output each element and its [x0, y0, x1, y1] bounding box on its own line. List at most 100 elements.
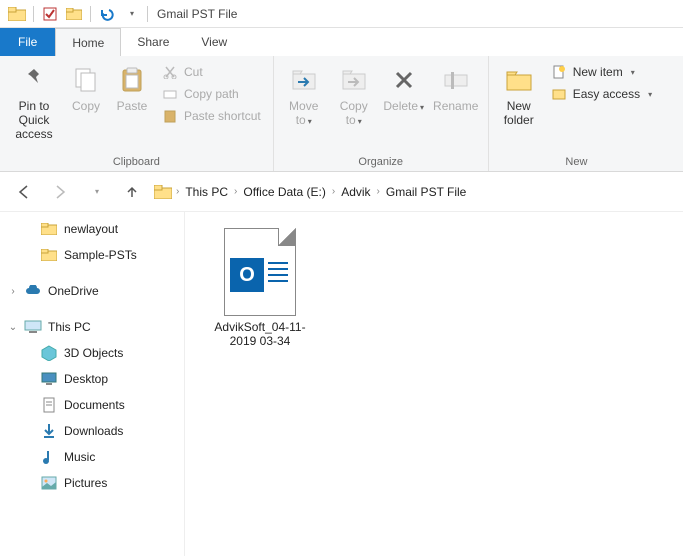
- delete-label: Delete: [383, 99, 418, 113]
- chevron-right-icon[interactable]: ›: [332, 186, 335, 197]
- computer-icon: [24, 318, 42, 336]
- separator: [147, 6, 148, 22]
- chevron-right-icon[interactable]: ›: [8, 286, 18, 297]
- separator: [33, 6, 34, 22]
- pin-icon: [18, 64, 50, 96]
- tree-label: newlayout: [64, 222, 118, 236]
- breadcrumb-item[interactable]: Office Data (E:): [241, 181, 327, 203]
- navigation-tree[interactable]: newlayout Sample-PSTs › OneDrive ⌄ This …: [0, 212, 185, 556]
- new-group-label: New: [495, 154, 658, 171]
- recent-dropdown-icon[interactable]: ▾: [82, 178, 110, 206]
- breadcrumb-item[interactable]: Gmail PST File: [384, 181, 468, 203]
- tree-item-this-pc[interactable]: ⌄ This PC: [0, 314, 184, 340]
- file-item[interactable]: O AdvikSoft_04-11-2019 03-34: [205, 228, 315, 349]
- chevron-down-icon[interactable]: ⌄: [8, 322, 18, 333]
- chevron-right-icon[interactable]: ›: [377, 186, 380, 197]
- copy-path-button[interactable]: Copy path: [156, 84, 267, 104]
- undo-icon[interactable]: [96, 3, 118, 25]
- new-item-icon: [551, 64, 567, 80]
- copy-to-label: Copy to: [340, 99, 368, 127]
- group-clipboard: Pin to Quick access Copy Paste Cut: [0, 56, 274, 171]
- new-item-button[interactable]: New item▾: [545, 62, 658, 82]
- easy-access-label: Easy access: [573, 87, 640, 101]
- easy-access-button[interactable]: Easy access▾: [545, 84, 658, 104]
- copy-label: Copy: [72, 100, 100, 114]
- breadcrumb-item[interactable]: This PC: [183, 181, 230, 203]
- paste-shortcut-button[interactable]: Paste shortcut: [156, 106, 267, 126]
- title-bar: ▾ Gmail PST File: [0, 0, 683, 28]
- tree-label: Documents: [64, 398, 125, 412]
- tab-file-label: File: [18, 35, 37, 49]
- pictures-icon: [40, 474, 58, 492]
- chevron-right-icon[interactable]: ›: [176, 186, 179, 197]
- navigation-bar: ▾ › This PC › Office Data (E:) › Advik ›…: [0, 172, 683, 212]
- tab-home-label: Home: [72, 36, 104, 50]
- rename-label: Rename: [433, 100, 478, 114]
- copy-path-label: Copy path: [184, 87, 239, 101]
- folder-icon: [40, 246, 58, 264]
- tree-item-desktop[interactable]: Desktop: [0, 366, 184, 392]
- file-name: AdvikSoft_04-11-2019 03-34: [205, 320, 315, 349]
- separator: [90, 6, 91, 22]
- tree-item-downloads[interactable]: Downloads: [0, 418, 184, 444]
- tab-file[interactable]: File: [0, 28, 55, 56]
- tab-share[interactable]: Share: [121, 28, 185, 56]
- tree-label: This PC: [48, 320, 91, 334]
- checkbox-icon[interactable]: [39, 3, 61, 25]
- pin-label: Pin to Quick access: [8, 100, 60, 141]
- rename-button[interactable]: Rename: [430, 60, 482, 118]
- paste-label: Paste: [117, 100, 148, 114]
- clipboard-group-label: Clipboard: [6, 154, 267, 171]
- tree-label: Music: [64, 450, 95, 464]
- tab-view[interactable]: View: [185, 28, 243, 56]
- tab-view-label: View: [201, 35, 227, 49]
- new-item-label: New item: [573, 65, 623, 79]
- new-folder-icon: [503, 64, 535, 96]
- paste-shortcut-icon: [162, 108, 178, 124]
- copy-icon: [70, 64, 102, 96]
- forward-button[interactable]: [46, 178, 74, 206]
- tree-item-3d-objects[interactable]: 3D Objects: [0, 340, 184, 366]
- tree-item-onedrive[interactable]: › OneDrive: [0, 278, 184, 304]
- tree-item-newlayout[interactable]: newlayout: [0, 216, 184, 242]
- tree-item-pictures[interactable]: Pictures: [0, 470, 184, 496]
- copy-to-button[interactable]: Copy to▾: [330, 60, 378, 132]
- quick-access-toolbar: ▾: [0, 3, 151, 25]
- breadcrumb[interactable]: › This PC › Office Data (E:) › Advik › G…: [154, 181, 468, 203]
- new-folder-button[interactable]: New folder: [495, 60, 543, 132]
- ribbon-tabs: File Home Share View: [0, 28, 683, 56]
- paste-button[interactable]: Paste: [110, 60, 154, 118]
- cut-button[interactable]: Cut: [156, 62, 267, 82]
- group-organize: Move to▾ Copy to▾ Delete▾ Rename: [274, 56, 489, 171]
- ribbon: Pin to Quick access Copy Paste Cut: [0, 56, 683, 172]
- qat-dropdown-icon[interactable]: ▾: [120, 3, 142, 25]
- tree-label: OneDrive: [48, 284, 99, 298]
- file-list[interactable]: O AdvikSoft_04-11-2019 03-34: [185, 212, 683, 556]
- pin-to-quick-access-button[interactable]: Pin to Quick access: [6, 60, 62, 145]
- rename-icon: [440, 64, 472, 96]
- breadcrumb-item[interactable]: Advik: [339, 181, 372, 203]
- cloud-icon: [24, 282, 42, 300]
- tree-label: Sample-PSTs: [64, 248, 137, 262]
- copy-button[interactable]: Copy: [64, 60, 108, 118]
- move-to-label: Move to: [289, 99, 318, 127]
- copy-path-icon: [162, 86, 178, 102]
- desktop-icon: [40, 370, 58, 388]
- tab-share-label: Share: [137, 35, 169, 49]
- back-button[interactable]: [10, 178, 38, 206]
- delete-icon: [388, 64, 420, 96]
- tree-item-sample-psts[interactable]: Sample-PSTs: [0, 242, 184, 268]
- tree-item-documents[interactable]: Documents: [0, 392, 184, 418]
- tab-home[interactable]: Home: [55, 28, 121, 56]
- delete-button[interactable]: Delete▾: [380, 60, 428, 118]
- tree-item-music[interactable]: Music: [0, 444, 184, 470]
- new-folder-label: New folder: [497, 100, 541, 128]
- folder-small-icon[interactable]: [63, 3, 85, 25]
- up-button[interactable]: [118, 178, 146, 206]
- tree-label: Pictures: [64, 476, 107, 490]
- chevron-right-icon[interactable]: ›: [234, 186, 237, 197]
- move-to-button[interactable]: Move to▾: [280, 60, 328, 132]
- tree-label: Desktop: [64, 372, 108, 386]
- tree-label: Downloads: [64, 424, 123, 438]
- folder-icon[interactable]: [6, 3, 28, 25]
